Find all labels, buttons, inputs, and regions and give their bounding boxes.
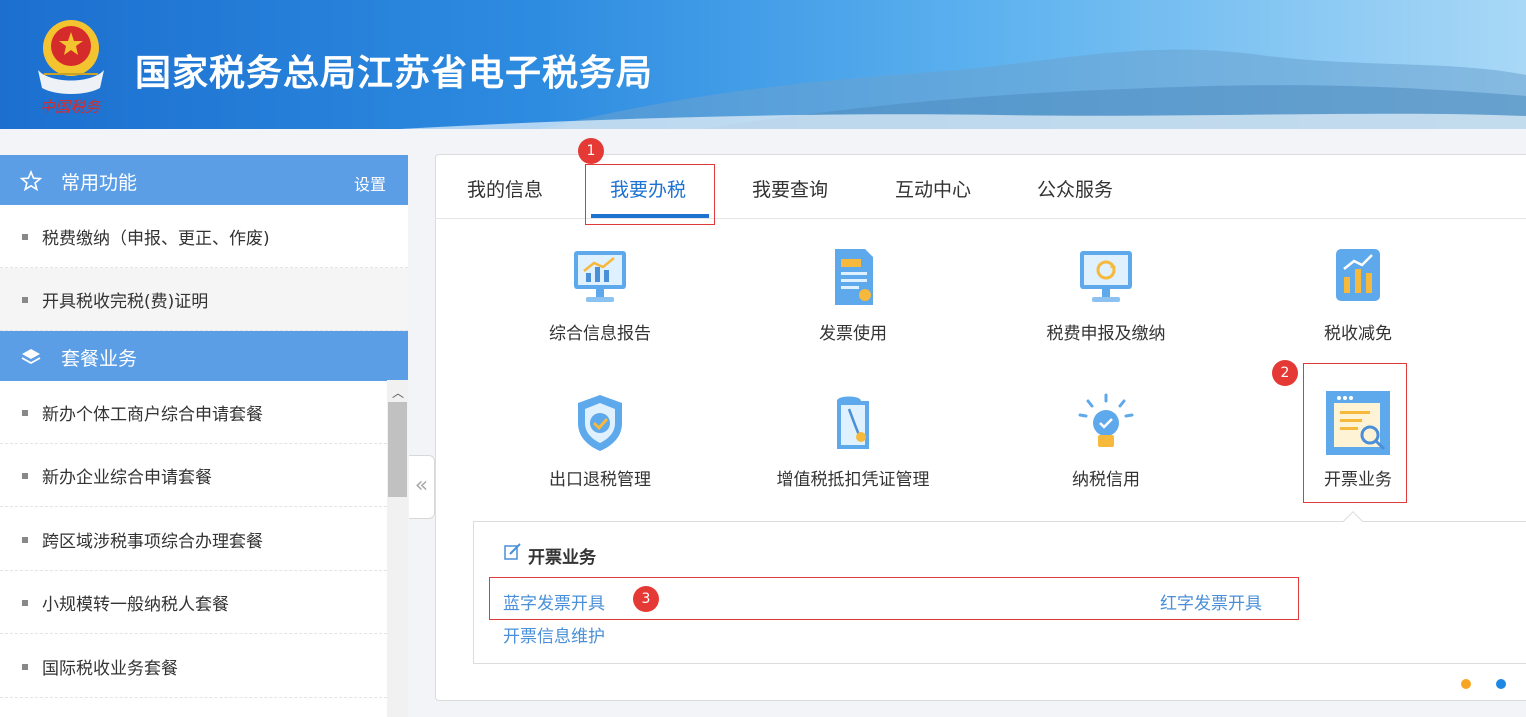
func-declaration-payment[interactable]: 税费申报及缴纳: [1006, 245, 1206, 355]
sidebar-item-label: 开具税收完税(费)证明: [42, 292, 209, 312]
sidebar-item-label: 新办企业综合申请套餐: [42, 468, 212, 488]
func-label: 发票使用: [819, 324, 887, 344]
submenu-pointer: [1343, 511, 1363, 531]
invoice-document-icon: [835, 249, 873, 305]
func-label: 税收减免: [1324, 324, 1392, 344]
highlight-box-2: [1303, 363, 1407, 503]
step-badge-2: 2: [1272, 360, 1298, 386]
func-label: 出口退税管理: [549, 470, 651, 490]
layers-icon: [21, 349, 41, 365]
sidebar-item-package-4[interactable]: 小规模转一般纳税人套餐: [0, 571, 387, 634]
settings-link[interactable]: 设置: [354, 171, 386, 195]
collapse-sidebar-button[interactable]: «: [409, 455, 435, 519]
func-vat-voucher[interactable]: 增值税抵扣凭证管理: [753, 391, 953, 501]
sidebar-item-label: 税费缴纳（申报、更正、作废): [42, 229, 270, 249]
sidebar: 常用功能 设置 税费缴纳（申报、更正、作废) 开具税收完税(费)证明 套餐业务 …: [0, 155, 408, 717]
invoice-info-maintenance-link[interactable]: 开票信息维护: [503, 622, 605, 647]
monitor-refresh-icon: [1080, 251, 1132, 302]
pager-dot-2[interactable]: [1496, 679, 1506, 689]
sidebar-scrollbar[interactable]: ︿: [387, 380, 408, 717]
func-label: 纳税信用: [1072, 470, 1140, 490]
bullet: [22, 473, 28, 479]
pager-dot-1[interactable]: [1461, 679, 1471, 689]
tab-query[interactable]: 我要查询: [752, 175, 828, 202]
step-badge-1: 1: [578, 138, 604, 164]
scroll-up-arrow-icon[interactable]: ︿: [392, 384, 404, 401]
common-functions-title: 常用功能: [61, 172, 138, 194]
sidebar-item-package-3[interactable]: 跨区域涉税事项综合办理套餐: [0, 508, 387, 571]
emblem-caption: 中国税务: [40, 98, 101, 116]
sidebar-item-tax-certificate[interactable]: 开具税收完税(费)证明: [0, 268, 408, 331]
func-label: 综合信息报告: [549, 324, 651, 344]
bullet: [22, 664, 28, 670]
submenu-title: 开票业务: [528, 548, 596, 568]
packages-header: 套餐业务: [0, 331, 408, 381]
sidebar-item-label: 跨区域涉税事项综合办理套餐: [42, 532, 263, 552]
tab-public-service[interactable]: 公众服务: [1037, 175, 1113, 202]
sidebar-item-package-1[interactable]: 新办个体工商户综合申请套餐: [0, 381, 387, 444]
sidebar-item-label: 国际税收业务套餐: [42, 659, 178, 679]
voucher-icon: [837, 396, 869, 449]
func-label: 增值税抵扣凭证管理: [776, 470, 930, 490]
bullet: [22, 600, 28, 606]
tab-my-info[interactable]: 我的信息: [467, 175, 543, 202]
shield-check-icon: [578, 395, 622, 451]
sidebar-item-package-5[interactable]: 国际税收业务套餐: [0, 635, 387, 698]
scrollbar-thumb[interactable]: [388, 402, 407, 497]
reduction-chart-icon: [1336, 249, 1380, 301]
func-label: 税费申报及缴纳: [1046, 324, 1166, 344]
packages-title: 套餐业务: [61, 348, 138, 370]
highlight-box-3: [489, 577, 1299, 620]
func-export-rebate[interactable]: 出口退税管理: [500, 391, 700, 501]
site-header: 中国税务 国家税务总局江苏省电子税务局: [0, 0, 1526, 129]
bullet: [22, 297, 28, 303]
bullet: [22, 537, 28, 543]
bullet: [22, 234, 28, 240]
tab-interaction[interactable]: 互动中心: [895, 175, 971, 202]
func-invoice-use[interactable]: 发票使用: [753, 245, 953, 355]
func-tax-reduction[interactable]: 税收减免: [1258, 245, 1458, 355]
common-functions-header: 常用功能 设置: [0, 155, 408, 205]
monitor-chart-icon: [574, 251, 626, 302]
func-tax-credit[interactable]: 纳税信用: [1006, 391, 1206, 501]
lightbulb-icon: [1078, 393, 1134, 447]
sidebar-item-label: 小规模转一般纳税人套餐: [42, 595, 229, 615]
star-icon: [20, 170, 42, 192]
bullet: [22, 410, 28, 416]
sidebar-item-package-2[interactable]: 新办企业综合申请套餐: [0, 444, 387, 507]
func-info-report[interactable]: 综合信息报告: [500, 245, 700, 355]
sidebar-item-tax-payment[interactable]: 税费缴纳（申报、更正、作废): [0, 205, 408, 268]
site-title: 国家税务总局江苏省电子税务局: [135, 53, 654, 94]
highlight-box-1: [585, 164, 715, 225]
sidebar-item-label: 新办个体工商户综合申请套餐: [42, 405, 263, 425]
step-badge-3: 3: [633, 586, 659, 612]
edit-icon: [504, 543, 521, 560]
